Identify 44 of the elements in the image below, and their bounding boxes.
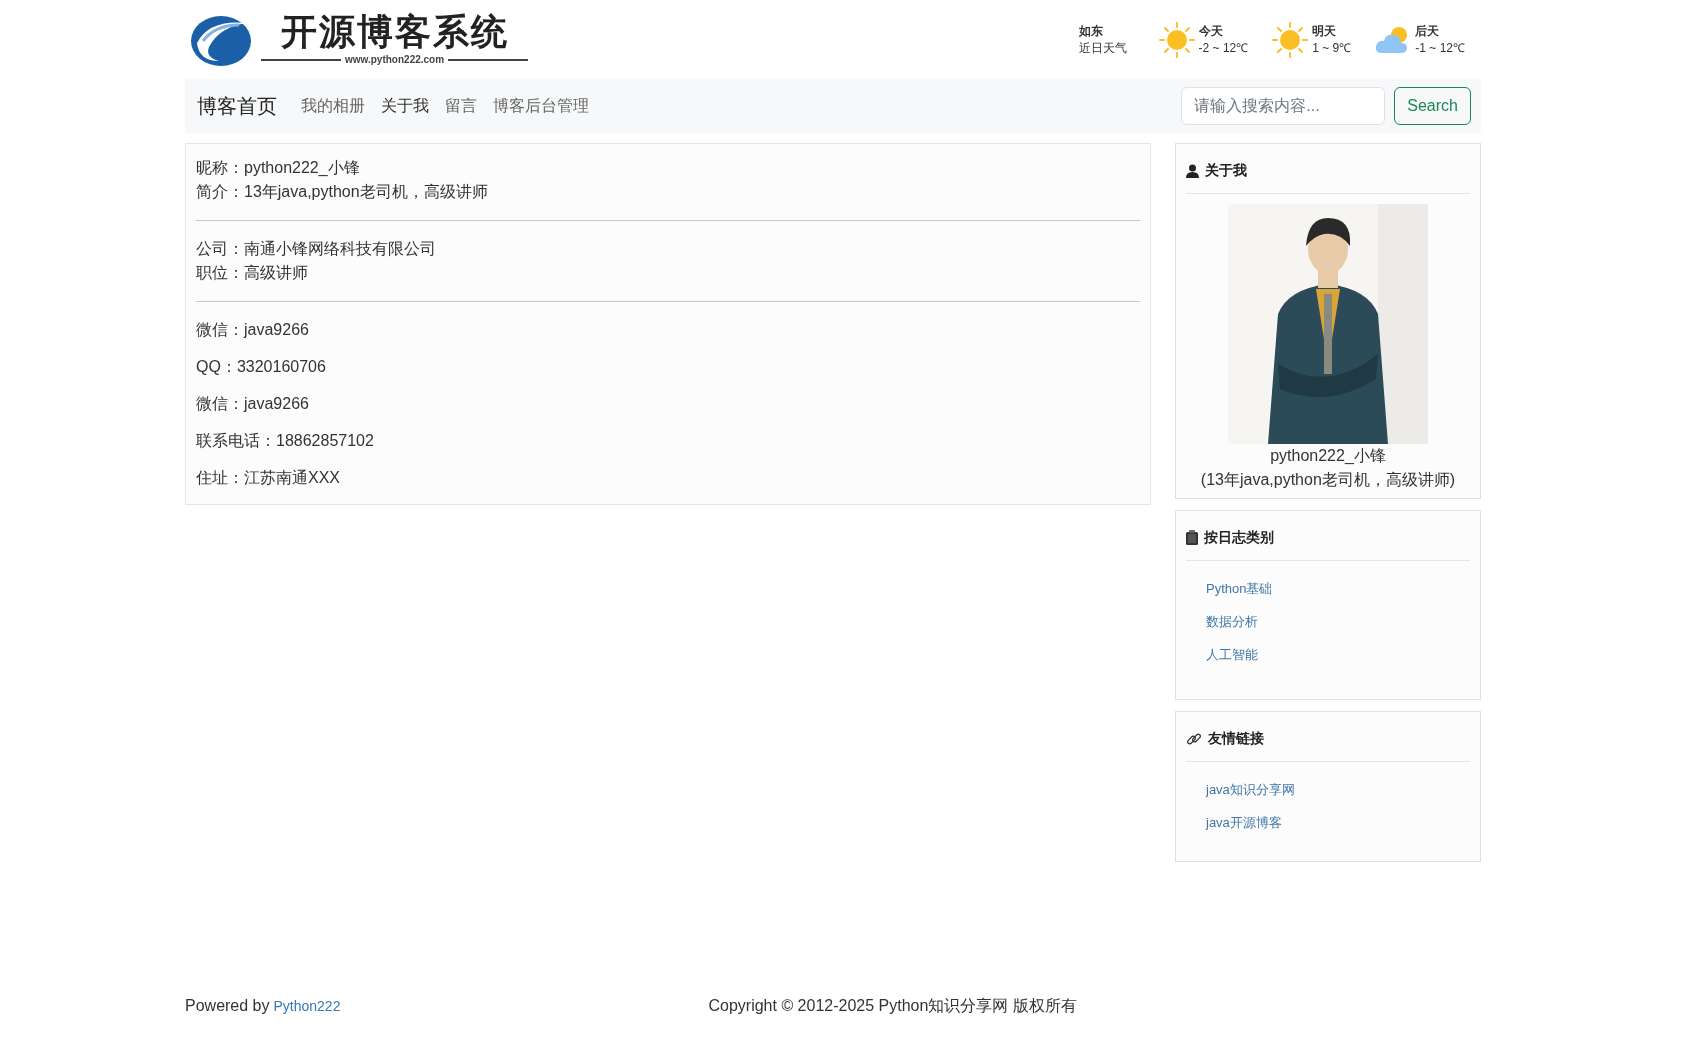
profile-name: python222_小锋 xyxy=(1269,446,1387,466)
user-icon xyxy=(1186,163,1199,178)
search-field[interactable]: 请输入搜索内容... xyxy=(1181,87,1386,125)
temperature-range: -2 ~ 12℃ xyxy=(1198,39,1249,57)
profile-line: QQ：3320160706 xyxy=(196,357,327,377)
profile-line: 微信：java9266 xyxy=(196,394,310,414)
logo-url: www.python222.com xyxy=(345,53,445,67)
search-button[interactable]: Search xyxy=(1394,87,1471,125)
sidebar-link[interactable]: java知识分享网 xyxy=(1206,780,1295,800)
section-title: 友情链接 xyxy=(1208,729,1264,748)
weather-day: 明天 xyxy=(1312,22,1352,40)
profile-line: 住址：江苏南通XXX xyxy=(196,468,341,488)
sidebar-link[interactable]: java开源博客 xyxy=(1206,813,1282,833)
weather-caption: 近日天气 xyxy=(1078,39,1127,57)
profile-line: 简介：13年java,python老司机，高级讲师 xyxy=(196,182,489,202)
sidebar-link[interactable]: 数据分析 xyxy=(1206,612,1258,632)
section-title: 按日志类别 xyxy=(1204,528,1274,547)
sun-icon xyxy=(1158,21,1195,58)
clipboard-icon xyxy=(1186,530,1198,545)
profile-bio: (13年java,python老司机，高级讲师) xyxy=(1199,470,1457,490)
profile-line: 联系电话：18862857102 xyxy=(196,431,375,451)
brand-link[interactable]: 博客首页 xyxy=(197,91,277,121)
nav-link[interactable]: 我的相册 xyxy=(301,94,365,118)
copyright-text: Copyright © 2012-2025 Python知识分享网 版权所有 xyxy=(708,996,1077,1016)
sun-icon xyxy=(1272,21,1309,58)
profile-line: 职位：高级讲师 xyxy=(196,263,309,283)
profile-line: 微信：java9266 xyxy=(196,320,310,340)
temperature-range: 1 ~ 9℃ xyxy=(1312,39,1352,57)
nav-link[interactable]: 留言 xyxy=(445,94,477,118)
sidebar-link[interactable]: 人工智能 xyxy=(1206,645,1258,665)
section-title: 关于我 xyxy=(1205,161,1247,180)
weather-city: 如东 xyxy=(1078,22,1104,40)
profile-line: 昵称：python222_小锋 xyxy=(196,158,361,178)
temperature-range: -1 ~ 12℃ xyxy=(1415,39,1465,57)
powered-by-text: Powered by xyxy=(185,996,270,1016)
weather-day: 今天 xyxy=(1198,22,1249,40)
profile-line: 公司：南通小锋网络科技有限公司 xyxy=(196,239,437,259)
powered-by-link[interactable]: Python222 xyxy=(273,995,341,1017)
nav-link[interactable]: 博客后台管理 xyxy=(493,94,589,118)
nav-link[interactable]: 关于我 xyxy=(381,94,429,118)
weather-day: 后天 xyxy=(1415,22,1465,40)
sidebar-link[interactable]: Python基础 xyxy=(1206,579,1273,599)
link-icon xyxy=(1186,730,1202,747)
logo-title: 开源博客系统 xyxy=(280,12,509,52)
